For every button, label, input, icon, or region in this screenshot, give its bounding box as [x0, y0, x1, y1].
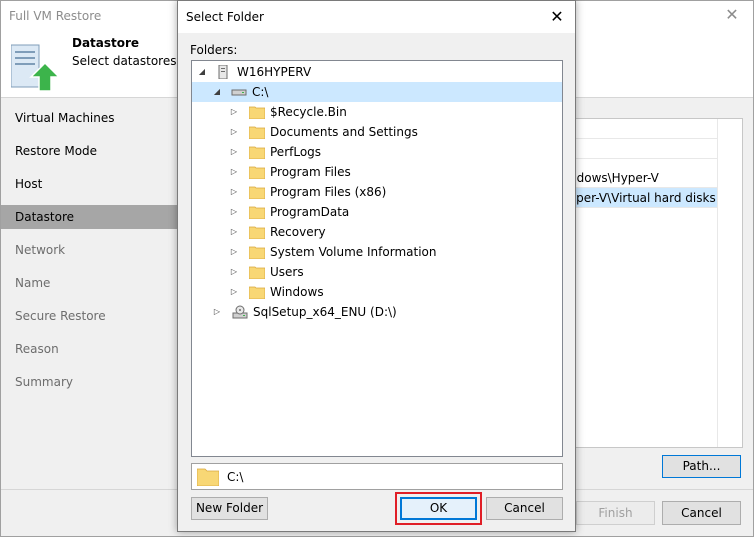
- step-summary: Summary: [15, 375, 73, 389]
- folder-icon: [249, 226, 265, 239]
- grid-row[interactable]: ndows\Hyper-V: [567, 168, 717, 188]
- folder-icon: [249, 286, 265, 299]
- wizard-step-subtitle: Select datastores to: [72, 54, 193, 68]
- grid-row-empty: [567, 119, 717, 139]
- tree-node-label: Program Files: [270, 165, 351, 179]
- tree-node-label: Documents and Settings: [270, 125, 418, 139]
- tree-node-folder[interactable]: ▷ Users: [192, 262, 562, 282]
- tree-node-label: C:\: [252, 85, 269, 99]
- wizard-cancel-button[interactable]: Cancel: [662, 501, 741, 525]
- path-button[interactable]: Path...: [662, 455, 741, 478]
- folder-icon: [249, 166, 265, 179]
- tree-node-drive-d[interactable]: ▷ SqlSetup_x64_ENU (D:\): [192, 302, 562, 322]
- select-folder-dialog: Select Folder ✕ Folders: ◢ W16HYPERV ◢ C…: [177, 0, 576, 532]
- expand-arrow-icon[interactable]: ▷: [229, 282, 239, 302]
- folder-icon: [249, 126, 265, 139]
- tree-node-label: SqlSetup_x64_ENU (D:\): [253, 305, 397, 319]
- tree-node-host[interactable]: ◢ W16HYPERV: [192, 62, 562, 82]
- step-host[interactable]: Host: [1, 172, 179, 196]
- folder-tree[interactable]: ◢ W16HYPERV ◢ C:\ ▷ $Recycle.Bin ▷ Docum…: [191, 60, 563, 457]
- wizard-steps-sidebar: Virtual Machines Restore Mode Host Datas…: [1, 97, 179, 489]
- expand-arrow-icon[interactable]: ▷: [229, 162, 239, 182]
- collapse-arrow-icon[interactable]: ◢: [212, 82, 222, 102]
- step-reason: Reason: [15, 342, 59, 356]
- tree-node-label: W16HYPERV: [237, 65, 312, 79]
- optical-drive-icon: [232, 305, 248, 319]
- drive-icon: [231, 89, 247, 96]
- server-icon: [218, 65, 228, 79]
- expand-arrow-icon[interactable]: ▷: [229, 182, 239, 202]
- expand-arrow-icon[interactable]: ▷: [229, 262, 239, 282]
- folder-icon: [249, 106, 265, 119]
- expand-arrow-icon[interactable]: ▷: [229, 102, 239, 122]
- selected-path-field[interactable]: C:\: [191, 463, 563, 490]
- tree-node-label: Recovery: [270, 225, 326, 239]
- finish-button[interactable]: Finish: [576, 501, 655, 525]
- tree-node-label: ProgramData: [270, 205, 350, 219]
- step-virtual-machines[interactable]: Virtual Machines: [1, 106, 179, 130]
- tree-node-folder[interactable]: ▷ Program Files (x86): [192, 182, 562, 202]
- expand-arrow-icon[interactable]: ▷: [229, 142, 239, 162]
- grid-column-separator: [717, 119, 718, 447]
- tree-node-label: Users: [270, 265, 304, 279]
- folders-label: Folders:: [190, 43, 238, 57]
- expand-arrow-icon[interactable]: ▷: [229, 122, 239, 142]
- expand-arrow-icon[interactable]: ▷: [212, 302, 222, 322]
- new-folder-button[interactable]: New Folder: [191, 497, 268, 520]
- grid-row-selected[interactable]: yper-V\Virtual hard disks: [567, 188, 717, 208]
- step-restore-mode[interactable]: Restore Mode: [1, 139, 179, 163]
- tree-node-folder[interactable]: ▷ ProgramData: [192, 202, 562, 222]
- datastore-grid[interactable]: ndows\Hyper-V yper-V\Virtual hard disks: [566, 118, 743, 448]
- wizard-title: Full VM Restore: [9, 9, 102, 23]
- tree-node-label: Windows: [270, 285, 324, 299]
- dialog-cancel-button[interactable]: Cancel: [486, 497, 563, 520]
- tree-node-drive-c[interactable]: ◢ C:\: [192, 82, 562, 102]
- folder-icon: [249, 186, 265, 199]
- selected-path-text: C:\: [227, 470, 244, 484]
- tree-node-label: PerfLogs: [270, 145, 322, 159]
- tree-node-label: $Recycle.Bin: [270, 105, 347, 119]
- ok-button[interactable]: OK: [400, 497, 477, 520]
- dialog-titlebar: Select Folder ✕: [178, 1, 575, 33]
- tree-node-folder[interactable]: ▷ Recovery: [192, 222, 562, 242]
- step-datastore[interactable]: Datastore: [1, 205, 179, 229]
- tree-node-folder[interactable]: ▷ PerfLogs: [192, 142, 562, 162]
- folder-icon: [197, 468, 219, 486]
- dialog-close-icon[interactable]: ✕: [547, 7, 567, 27]
- step-secure-restore: Secure Restore: [15, 309, 106, 323]
- tree-node-label: System Volume Information: [270, 245, 437, 259]
- tree-node-folder[interactable]: ▷ $Recycle.Bin: [192, 102, 562, 122]
- tree-node-folder[interactable]: ▷ Documents and Settings: [192, 122, 562, 142]
- wizard-close-icon[interactable]: ✕: [723, 6, 741, 24]
- tree-node-folder[interactable]: ▷ Program Files: [192, 162, 562, 182]
- expand-arrow-icon[interactable]: ▷: [229, 222, 239, 242]
- collapse-arrow-icon[interactable]: ◢: [197, 62, 207, 82]
- step-name: Name: [15, 276, 51, 290]
- folder-icon: [249, 206, 265, 219]
- tree-node-label: Program Files (x86): [270, 185, 387, 199]
- tree-node-folder[interactable]: ▷ Windows: [192, 282, 562, 302]
- expand-arrow-icon[interactable]: ▷: [229, 202, 239, 222]
- tree-node-folder[interactable]: ▷ System Volume Information: [192, 242, 562, 262]
- dialog-title: Select Folder: [186, 10, 264, 24]
- expand-arrow-icon[interactable]: ▷: [229, 242, 239, 262]
- wizard-step-title: Datastore: [72, 36, 140, 50]
- datastore-restore-icon: [11, 44, 61, 92]
- grid-row-empty: [567, 139, 717, 159]
- folder-icon: [249, 266, 265, 279]
- step-network: Network: [15, 243, 66, 257]
- folder-icon: [249, 246, 265, 259]
- folder-icon: [249, 146, 265, 159]
